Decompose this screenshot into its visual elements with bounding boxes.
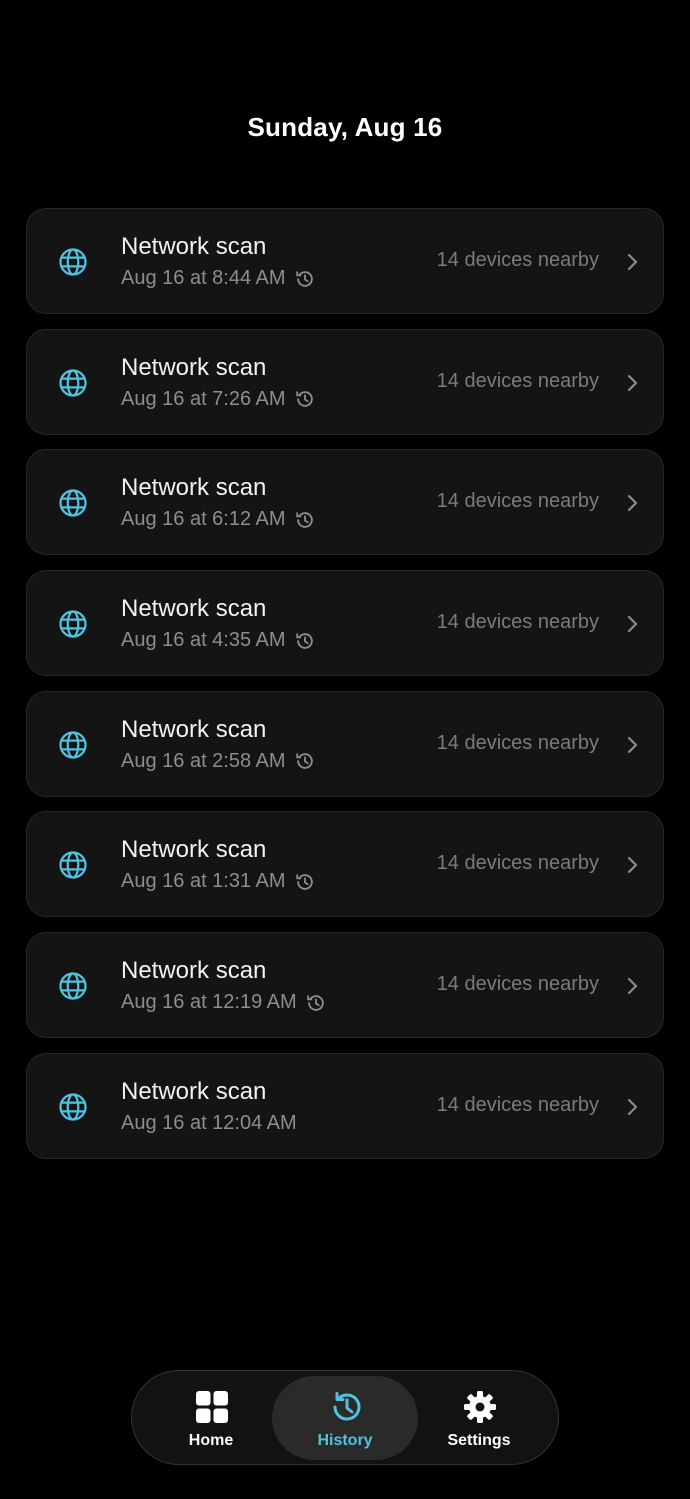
grid-icon bbox=[196, 1391, 228, 1423]
chevron-right-icon bbox=[627, 253, 638, 271]
scan-title: Network scan bbox=[121, 353, 267, 381]
bottom-tab-bar: Home History Settings bbox=[131, 1370, 559, 1465]
device-count: 14 devices nearby bbox=[436, 369, 599, 392]
scan-title: Network scan bbox=[121, 715, 267, 743]
globe-icon bbox=[59, 369, 87, 397]
globe-icon bbox=[59, 610, 87, 638]
tab-history[interactable]: History bbox=[272, 1376, 418, 1460]
gear-icon bbox=[464, 1391, 496, 1423]
globe-icon bbox=[59, 731, 87, 759]
device-count: 14 devices nearby bbox=[436, 1093, 599, 1116]
chevron-right-icon bbox=[627, 495, 638, 512]
scan-timestamp: Aug 16 at 7:26 AM bbox=[121, 387, 286, 410]
scan-timestamp: Aug 16 at 4:35 AM bbox=[121, 629, 286, 652]
scan-title: Network scan bbox=[121, 474, 267, 502]
history-icon bbox=[295, 874, 313, 890]
history-icon bbox=[295, 512, 313, 528]
list-item[interactable]: Network scan Aug 16 at 8:44 AM 14 device… bbox=[26, 208, 664, 314]
chevron-right-icon bbox=[627, 374, 638, 391]
scan-timestamp: Aug 16 at 8:44 AM bbox=[121, 267, 286, 289]
tab-home-label: Home bbox=[188, 1432, 234, 1449]
scan-timestamp: Aug 16 at 2:58 AM bbox=[121, 749, 286, 772]
globe-icon bbox=[59, 489, 87, 517]
chevron-right-icon bbox=[627, 736, 638, 753]
history-icon bbox=[333, 1392, 361, 1421]
history-icon bbox=[295, 632, 313, 649]
tab-settings-label: Settings bbox=[447, 1432, 511, 1449]
scan-title: Network scan bbox=[121, 836, 267, 864]
history-icon bbox=[295, 270, 313, 287]
list-item[interactable]: Network scan Aug 16 at 7:26 AM 14 device… bbox=[26, 328, 664, 435]
page-title: Sunday, Aug 16 bbox=[247, 112, 443, 142]
globe-icon bbox=[59, 851, 87, 880]
scan-timestamp: Aug 16 at 12:19 AM bbox=[121, 991, 297, 1014]
history-icon bbox=[295, 391, 313, 407]
tab-history-label: History bbox=[317, 1432, 373, 1449]
scan-timestamp: Aug 16 at 12:04 AM bbox=[121, 1111, 297, 1134]
scan-title: Network scan bbox=[121, 595, 267, 623]
scan-timestamp: Aug 16 at 1:31 AM bbox=[121, 870, 286, 893]
list-item[interactable]: Network scan Aug 16 at 6:12 AM 14 device… bbox=[26, 449, 664, 556]
history-icon bbox=[306, 994, 324, 1011]
history-icon bbox=[295, 753, 313, 770]
device-count: 14 devices nearby bbox=[436, 611, 599, 634]
list-item[interactable]: Network scan Aug 16 at 2:58 AM 14 device… bbox=[26, 690, 664, 797]
device-count: 14 devices nearby bbox=[436, 973, 599, 996]
list-item[interactable]: Network scan Aug 16 at 12:04 AM 14 devic… bbox=[26, 1052, 664, 1159]
list-item[interactable]: Network scan Aug 16 at 12:19 AM 14 devic… bbox=[26, 932, 664, 1039]
list-item[interactable]: Network scan Aug 16 at 1:31 AM 14 device… bbox=[26, 811, 664, 918]
globe-icon bbox=[59, 972, 87, 1000]
device-count: 14 devices nearby bbox=[436, 490, 599, 513]
tab-home[interactable]: Home bbox=[138, 1376, 284, 1460]
chevron-right-icon bbox=[627, 615, 638, 633]
scan-list: Network scan Aug 16 at 8:44 AM 14 device… bbox=[26, 208, 664, 1174]
chevron-right-icon bbox=[627, 1098, 638, 1115]
scan-timestamp: Aug 16 at 6:12 AM bbox=[121, 508, 286, 531]
scan-title: Network scan bbox=[121, 1077, 267, 1105]
chevron-right-icon bbox=[627, 857, 638, 874]
device-count: 14 devices nearby bbox=[436, 852, 599, 875]
list-item[interactable]: Network scan Aug 16 at 4:35 AM 14 device… bbox=[26, 570, 664, 677]
globe-icon bbox=[59, 1093, 87, 1121]
tab-settings[interactable]: Settings bbox=[406, 1376, 552, 1460]
scan-title: Network scan bbox=[121, 957, 267, 985]
device-count: 14 devices nearby bbox=[436, 249, 599, 271]
scan-title: Network scan bbox=[121, 233, 267, 260]
chevron-right-icon bbox=[627, 978, 638, 995]
device-count: 14 devices nearby bbox=[436, 731, 599, 754]
globe-icon bbox=[59, 248, 87, 276]
